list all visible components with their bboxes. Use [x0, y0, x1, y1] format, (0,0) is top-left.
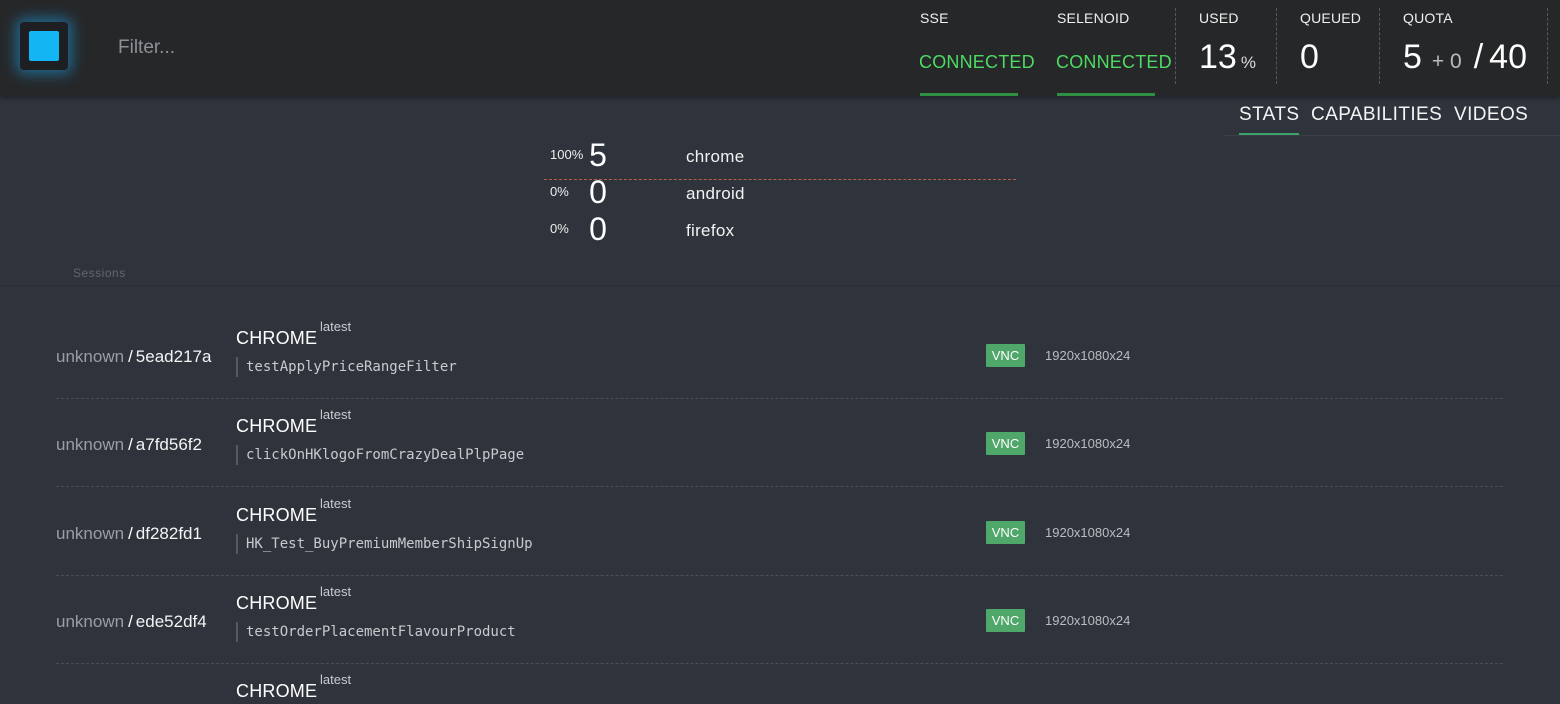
session-row[interactable]: unknown/5ead217a CHROME latest testApply…: [56, 311, 1503, 399]
quota-label: QUOTA: [1403, 10, 1453, 26]
session-browser-version: latest: [320, 407, 352, 422]
browser-stat-count: 5: [589, 137, 607, 173]
session-test-name: testApplyPriceRangeFilter: [236, 357, 457, 377]
session-owner: unknown / df282fd1: [56, 524, 202, 544]
session-browser-version: latest: [320, 584, 352, 599]
session-user: unknown: [56, 524, 125, 543]
browser-stat-count: 0: [589, 174, 607, 210]
session-row[interactable]: CHROME latest: [56, 664, 1503, 704]
session-owner: unknown/5ead217a: [56, 347, 211, 367]
queued-value: 0: [1300, 38, 1319, 76]
quota-pending: + 0: [1431, 50, 1462, 73]
session-id: a7fd56f2: [135, 435, 202, 454]
browser-stat-row: 0% 0 android: [548, 174, 1018, 218]
session-browser: CHROME: [236, 505, 318, 525]
session-browser: CHROME: [236, 593, 318, 613]
session-user: unknown: [56, 347, 125, 366]
logo-core: [29, 31, 59, 61]
session-row[interactable]: unknown / a7fd56f2 CHROME latest clickOnHK…: [56, 399, 1503, 487]
browser-stat-row: 100% 5 chrome: [548, 137, 1018, 181]
vnc-button[interactable]: VNC: [986, 344, 1025, 367]
session-owner-slash: /: [128, 435, 133, 454]
session-owner-slash: /: [128, 612, 133, 631]
header-divider: [1379, 8, 1380, 84]
used-number: 13: [1199, 38, 1237, 76]
tabs-divider: [1224, 135, 1560, 136]
session-browser-version: latest: [320, 319, 352, 334]
quota-running: 5: [1403, 38, 1422, 76]
session-resolution: 1920x1080x24: [1045, 436, 1131, 451]
session-browser-version: latest: [320, 496, 352, 511]
selenoid-label: SELENOID: [1057, 10, 1130, 26]
session-resolution: 1920x1080x24: [1045, 348, 1131, 363]
session-id: 5ead217a: [135, 347, 212, 366]
browser-stat-name: firefox: [686, 221, 735, 240]
session-user: unknown: [56, 435, 125, 454]
used-unit: %: [1240, 53, 1256, 72]
selenoid-status-underline: [1057, 93, 1155, 96]
vnc-button[interactable]: VNC: [986, 521, 1025, 544]
sse-status-underline: [920, 93, 1018, 96]
tab-capabilities[interactable]: CAPABILITIES: [1311, 104, 1442, 126]
session-id: df282fd1: [135, 524, 202, 543]
session-owner: unknown / ede52df4: [56, 612, 207, 632]
session-row[interactable]: unknown / ede52df4 CHROME latest testOrder…: [56, 576, 1503, 664]
browser-stat-row: 0% 0 firefox: [548, 211, 1018, 255]
queued-label: QUEUED: [1300, 10, 1362, 26]
session-browser: CHROME: [236, 416, 318, 436]
sse-status: CONNECTED: [919, 52, 1035, 72]
vnc-button[interactable]: VNC: [986, 432, 1025, 455]
filter-input[interactable]: [118, 34, 518, 62]
session-owner-slash: /: [128, 347, 133, 366]
browser-stat-percent: 0%: [550, 221, 569, 236]
quota-value: 5 + 0 /40: [1403, 38, 1527, 77]
session-test-name: clickOnHKlogoFromCrazyDealPlpPage: [236, 445, 524, 465]
session-id: ede52df4: [135, 612, 207, 631]
tab-videos[interactable]: VIDEOS: [1454, 104, 1528, 126]
sessions-section-label: Sessions: [73, 266, 126, 280]
sse-label: SSE: [920, 10, 949, 26]
session-owner-slash: /: [128, 524, 133, 543]
browser-stat-divider: [544, 179, 1016, 180]
active-tab-indicator: [1239, 133, 1299, 135]
session-owner: unknown / a7fd56f2: [56, 435, 202, 455]
session-row[interactable]: unknown / df282fd1 CHROME latest HK_Test_B…: [56, 488, 1503, 576]
session-test-name: testOrderPlacementFlavourProduct: [236, 622, 516, 642]
browser-stat-count: 0: [589, 211, 607, 247]
tab-stats[interactable]: STATS: [1239, 104, 1299, 126]
selenoid-status: CONNECTED: [1056, 52, 1172, 72]
browser-stat-percent: 0%: [550, 184, 569, 199]
used-value: 13%: [1199, 38, 1256, 77]
header-divider: [1276, 8, 1277, 84]
row-divider: [56, 486, 1503, 487]
selenoid-logo-icon[interactable]: [20, 22, 68, 70]
used-label: USED: [1199, 10, 1239, 26]
session-browser-version: latest: [320, 672, 352, 687]
browser-stat-name: chrome: [686, 147, 745, 166]
session-resolution: 1920x1080x24: [1045, 525, 1131, 540]
vnc-button[interactable]: VNC: [986, 609, 1025, 632]
session-test-name: HK_Test_BuyPremiumMemberShipSignUp: [236, 534, 533, 554]
top-bar: SSE CONNECTED SELENOID CONNECTED USED 13…: [0, 0, 1560, 96]
header-divider: [1547, 8, 1548, 84]
session-browser: CHROME: [236, 681, 318, 701]
quota-slash: /: [1473, 38, 1484, 76]
browser-stat-percent: 100%: [550, 147, 584, 162]
session-resolution: 1920x1080x24: [1045, 613, 1131, 628]
sessions-divider: [0, 285, 1560, 286]
header-divider: [1175, 8, 1176, 84]
quota-total: 40: [1489, 38, 1527, 76]
session-browser: CHROME: [236, 328, 318, 348]
session-user: unknown: [56, 612, 125, 631]
browser-stat-name: android: [686, 184, 745, 203]
